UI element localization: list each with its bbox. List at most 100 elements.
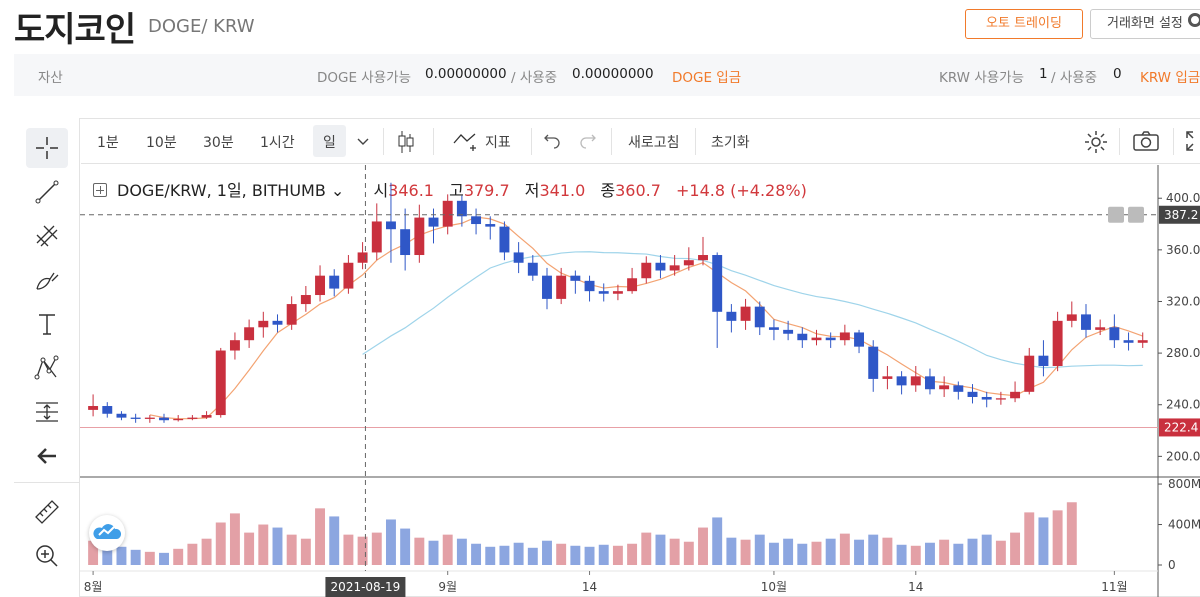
- candle-body: [556, 275, 567, 299]
- candle-body: [215, 350, 226, 416]
- interval-10m[interactable]: 10분: [146, 132, 177, 152]
- doge-deposit-link[interactable]: DOGE 입금: [672, 66, 741, 86]
- candle-body: [244, 327, 255, 341]
- candle-body: [130, 417, 141, 419]
- toolbar-separator: [1119, 128, 1120, 155]
- settings-gear-icon[interactable]: [1083, 129, 1109, 155]
- volume-bar: [627, 543, 638, 565]
- candle-body: [343, 262, 354, 289]
- crosshair-add-button[interactable]: [1128, 206, 1144, 223]
- interval-1m[interactable]: 1분: [97, 132, 119, 152]
- interval-30m[interactable]: 30분: [203, 132, 234, 152]
- interval-1h[interactable]: 1시간: [260, 132, 295, 152]
- candle-body: [1137, 340, 1148, 343]
- auto-trading-button[interactable]: 오토 트레이딩: [965, 9, 1083, 39]
- volume-bar: [556, 543, 567, 565]
- ruler-icon: [35, 500, 59, 524]
- trend-line-tool[interactable]: [26, 172, 68, 212]
- candle-body: [258, 320, 269, 328]
- volume-bar: [201, 538, 212, 565]
- volume-bar: [315, 508, 326, 565]
- candle-body: [385, 221, 396, 230]
- candle-body: [442, 200, 453, 227]
- camera-icon[interactable]: [1132, 130, 1160, 152]
- redo-icon[interactable]: [579, 133, 597, 149]
- volume-bar: [570, 545, 581, 565]
- drawing-toolbar: [14, 118, 80, 597]
- volume-bar: [499, 545, 510, 565]
- fib-tool[interactable]: [26, 216, 68, 256]
- volume-bar: [939, 539, 950, 565]
- volume-bar: [527, 547, 538, 565]
- volume-bar: [797, 543, 808, 565]
- volume-bar: [414, 537, 425, 565]
- volume-bar: [910, 545, 921, 565]
- candle-type-icon[interactable]: [397, 129, 415, 155]
- hide-toolbar-button[interactable]: [26, 436, 68, 476]
- cloud-logo-icon: [93, 524, 122, 539]
- volume-bar: [584, 546, 595, 565]
- candle-body: [797, 333, 808, 341]
- reset-button[interactable]: 초기화: [711, 132, 750, 152]
- volume-bar: [655, 534, 666, 565]
- measure-tool[interactable]: [26, 392, 68, 432]
- volume-bar: [953, 543, 964, 565]
- candle-body: [584, 280, 595, 292]
- fullscreen-icon[interactable]: [1185, 130, 1200, 152]
- volume-bar: [428, 540, 439, 565]
- volume-bar: [215, 522, 226, 565]
- indicator-button[interactable]: 지표: [485, 132, 511, 152]
- volume-bar: [144, 551, 155, 565]
- text-tool[interactable]: [26, 304, 68, 344]
- candle-body: [371, 221, 382, 253]
- volume-bar: [967, 538, 978, 565]
- crosshair-alert-button[interactable]: [1108, 206, 1124, 223]
- candle-body: [428, 217, 439, 227]
- volume-tick-label: 800M: [1168, 477, 1200, 491]
- volume-bar: [485, 546, 496, 565]
- volume-bar: [357, 536, 368, 565]
- zoom-tool[interactable]: [26, 536, 68, 576]
- volume-bar: [896, 544, 907, 565]
- candle-body: [329, 275, 340, 289]
- candle-body: [542, 275, 552, 299]
- volume-bar: [783, 538, 794, 565]
- interval-1d[interactable]: 일: [323, 132, 336, 152]
- trend-line-icon: [35, 180, 59, 204]
- candle-body: [825, 337, 836, 341]
- candle-body: [612, 291, 623, 294]
- refresh-button[interactable]: 새로고침: [628, 132, 680, 152]
- volume-bar: [442, 534, 453, 565]
- candle-body: [683, 260, 694, 266]
- volume-bar: [768, 542, 779, 565]
- screen-settings-button[interactable]: 거래화면 설정: [1090, 9, 1200, 39]
- volume-bar: [1010, 532, 1021, 565]
- candle-body: [300, 295, 311, 305]
- toolbar-separator: [383, 128, 384, 155]
- volume-bar: [513, 542, 524, 565]
- text-tool-icon: [39, 314, 55, 335]
- price-chart[interactable]: 400.0 360.0 320.0 280.0 240.0 200.0 800M 400M 0 3…: [80, 165, 1200, 597]
- candle-body: [1123, 340, 1134, 343]
- title-row: 도지코인 DOGE/ KRW 오토 트레이딩 거래화면 설정: [0, 0, 1200, 52]
- chevron-down-icon[interactable]: [357, 138, 369, 146]
- pattern-tool[interactable]: [26, 348, 68, 388]
- brush-tool[interactable]: [26, 260, 68, 300]
- volume-bar: [598, 544, 609, 565]
- krw-deposit-link[interactable]: KRW 입금: [1140, 66, 1200, 86]
- indicator-icon[interactable]: [453, 131, 483, 151]
- candle-body: [981, 396, 992, 400]
- crosshair-tool[interactable]: [26, 128, 68, 168]
- undo-icon[interactable]: [543, 133, 561, 149]
- candle-body: [783, 329, 794, 334]
- candle-body: [995, 398, 1006, 400]
- candle-body: [669, 265, 680, 271]
- volume-bar: [1052, 510, 1063, 565]
- candle-body: [726, 311, 737, 321]
- ruler-tool[interactable]: [26, 492, 68, 532]
- volume-bar: [683, 541, 694, 565]
- candle-body: [1024, 355, 1035, 392]
- time-tick-label: 8월: [84, 580, 103, 594]
- volume-bar: [924, 542, 935, 565]
- time-tick-label: 10월: [761, 580, 787, 594]
